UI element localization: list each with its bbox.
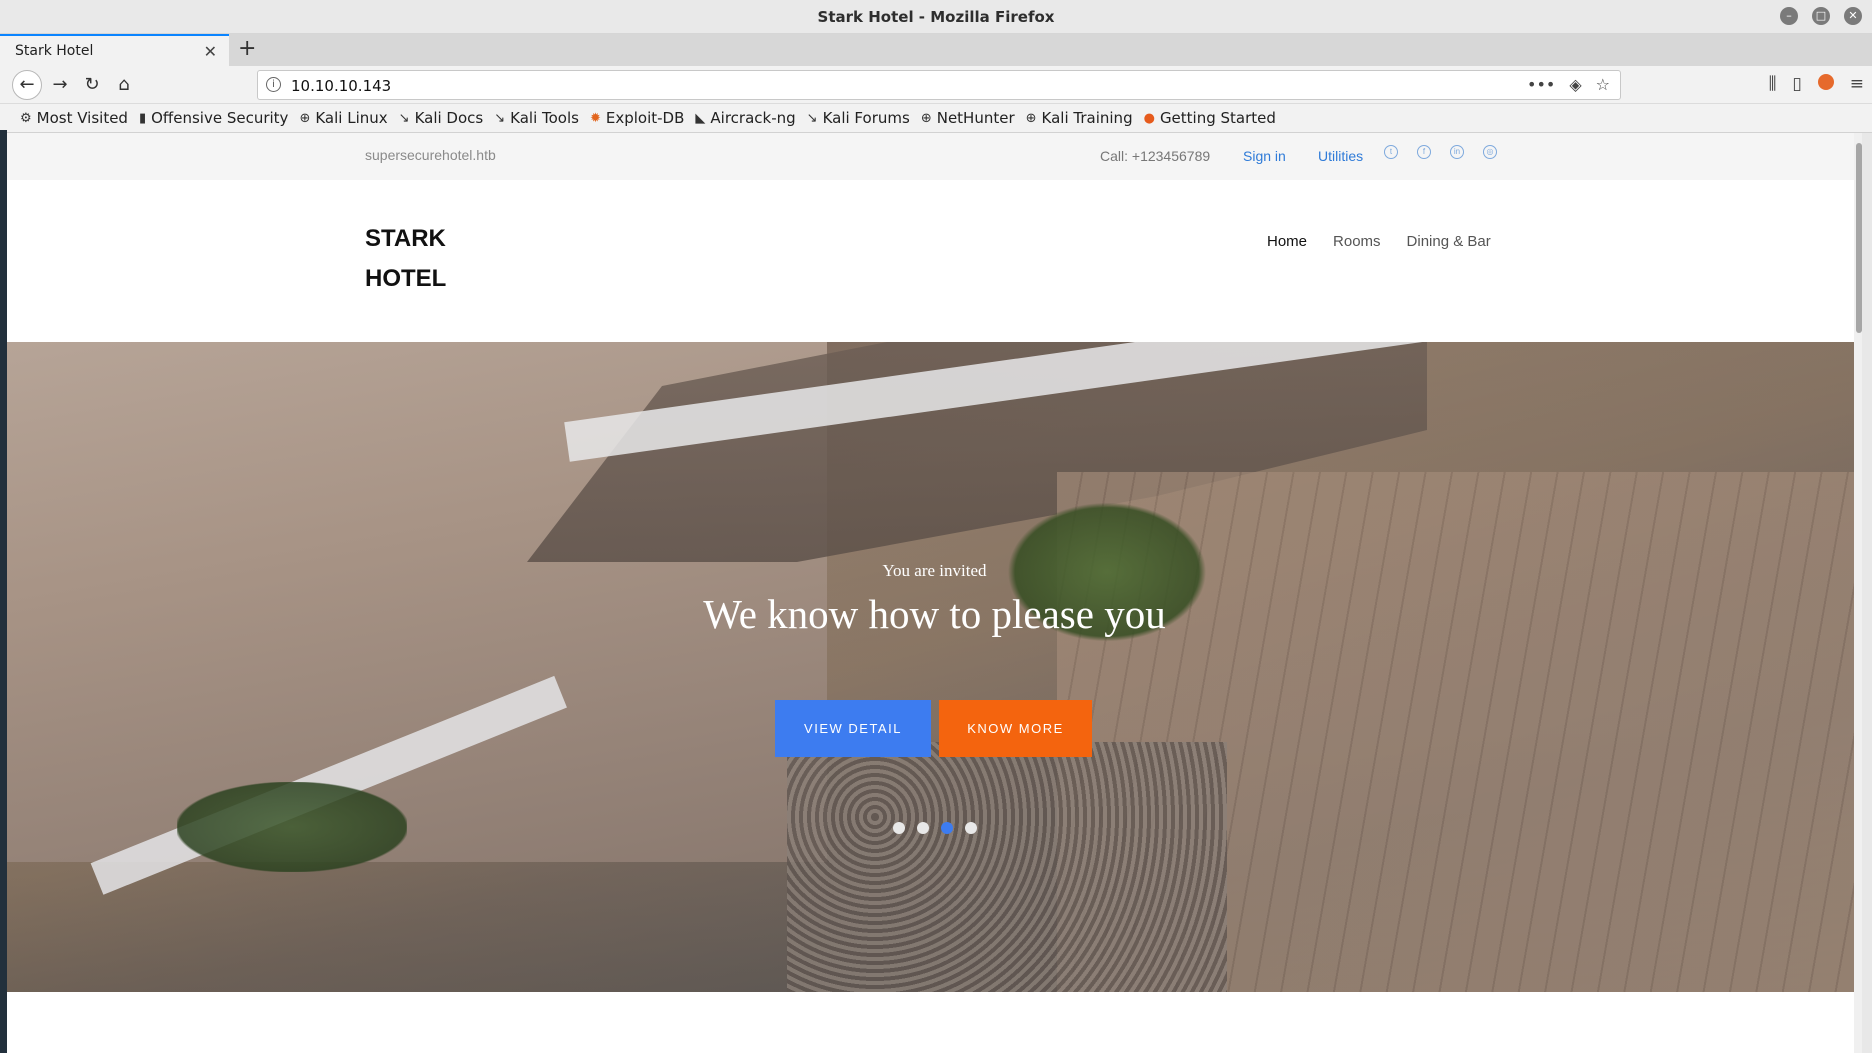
social-links: t f in ◎ [1384,145,1497,159]
page-scrollbar[interactable] [1854,133,1862,1053]
extension-icon[interactable] [1817,74,1834,90]
page-viewport: supersecurehotel.htb Call: +123456789 Si… [7,133,1862,1053]
view-detail-button[interactable]: VIEW DETAIL [775,700,931,757]
new-tab-icon[interactable]: + [238,36,256,61]
signin-link[interactable]: Sign in [1243,148,1286,164]
nav-rooms[interactable]: Rooms [1333,233,1381,250]
slider-dot-4[interactable] [965,822,977,834]
utilities-link[interactable]: Utilities [1318,148,1363,164]
site-logo[interactable]: STARK HOTEL [365,219,485,299]
globe-icon: ⊕ [920,110,932,126]
url-text[interactable]: 10.10.10.143 [291,77,391,95]
library-icon[interactable]: ⫼ [1769,74,1777,94]
bookmark-offensive-security[interactable]: ▮ Offensive Security [139,109,289,127]
more-actions-icon[interactable]: ••• [1527,75,1555,94]
instagram-icon[interactable]: ◎ [1483,145,1497,159]
slider-dots [893,822,977,834]
minimize-icon[interactable]: – [1780,7,1798,25]
bookmark-aircrack-ng[interactable]: ◣ Aircrack-ng [695,109,795,127]
firefox-window: Stark Hotel - Mozilla Firefox – □ ✕ Star… [0,0,1872,1053]
logo-line-1: STARK [365,225,446,252]
logo-line-2: HOTEL [365,265,447,292]
main-nav: Home Rooms Dining & Bar [1267,233,1491,250]
aircrack-icon: ◣ [695,110,706,126]
window-title: Stark Hotel - Mozilla Firefox [817,8,1055,26]
bookmark-kali-docs[interactable]: ↘ Kali Docs [399,109,484,127]
sidebar-icon[interactable]: ▯ [1792,74,1801,94]
hero-slider: You are invited We know how to please yo… [7,342,1862,992]
globe-icon: ⊕ [1025,110,1037,126]
hero-content: You are invited We know how to please yo… [7,342,1862,992]
window-controls: – □ ✕ [1780,7,1862,25]
toolbar-right: ⫼ ▯ ≡ [1769,74,1864,94]
hero-buttons: VIEW DETAIL KNOW MORE [775,700,1092,757]
slider-dot-1[interactable] [893,822,905,834]
tab-strip: Stark Hotel ✕ + [0,34,1872,66]
hero-title: We know how to please you [703,591,1166,637]
page-actions: ••• ◈ ☆ [1527,75,1610,94]
kali-icon: ↘ [806,110,818,126]
site-domain: supersecurehotel.htb [365,147,496,163]
linkedin-icon[interactable]: in [1450,145,1464,159]
know-more-button[interactable]: KNOW MORE [939,700,1092,757]
tab-stark-hotel[interactable]: Stark Hotel ✕ [0,34,229,66]
site-header: STARK HOTEL Home Rooms Dining & Bar [7,180,1862,342]
info-icon[interactable]: i [266,77,281,92]
forward-icon[interactable]: → [46,71,74,99]
bookmark-kali-tools[interactable]: ↘ Kali Tools [494,109,579,127]
globe-icon: ⊕ [299,110,311,126]
close-window-icon[interactable]: ✕ [1844,7,1862,25]
slider-dot-3[interactable] [941,822,953,834]
bookmark-star-icon[interactable]: ☆ [1596,75,1610,94]
bookmark-getting-started[interactable]: ● Getting Started [1144,109,1276,127]
exploitdb-icon: ✹ [589,110,601,126]
url-bar[interactable]: i 10.10.10.143 ••• ◈ ☆ [257,70,1621,100]
nav-dining-bar[interactable]: Dining & Bar [1407,233,1491,250]
firefox-icon: ● [1143,110,1155,126]
hero-subtitle: You are invited [882,561,987,580]
bookmarks-toolbar: ⚙ Most Visited ▮ Offensive Security ⊕ Kali … [0,104,1872,133]
desktop-background [0,130,7,1053]
facebook-icon[interactable]: f [1417,145,1431,159]
nav-home[interactable]: Home [1267,233,1307,250]
bookmark-exploit-db[interactable]: ✹ Exploit-DB [590,109,684,127]
maximize-icon[interactable]: □ [1812,7,1830,25]
tab-label: Stark Hotel [15,43,94,59]
kali-icon: ↘ [494,110,506,126]
site-topbar: supersecurehotel.htb Call: +123456789 Si… [7,133,1862,180]
title-bar: Stark Hotel - Mozilla Firefox – □ ✕ [0,0,1872,34]
kali-icon: ↘ [398,110,410,126]
bookmark-kali-training[interactable]: ⊕ Kali Training [1026,109,1133,127]
scrollbar-thumb[interactable] [1856,143,1862,333]
bookmark-kali-linux[interactable]: ⊕ Kali Linux [299,109,387,127]
nav-toolbar: ← → ↻ ⌂ i 10.10.10.143 ••• ◈ ☆ ⫼ ▯ ≡ [0,66,1872,104]
offsec-icon: ▮ [138,110,147,126]
close-tab-icon[interactable]: ✕ [204,42,217,61]
twitter-icon[interactable]: t [1384,145,1398,159]
home-icon[interactable]: ⌂ [110,71,138,99]
slider-dot-2[interactable] [917,822,929,834]
reload-icon[interactable]: ↻ [78,71,106,99]
bookmark-nethunter[interactable]: ⊕ NetHunter [921,109,1015,127]
call-number: Call: +123456789 [1100,148,1211,164]
gear-icon: ⚙ [20,110,32,126]
pocket-icon[interactable]: ◈ [1569,75,1581,94]
bookmark-most-visited[interactable]: ⚙ Most Visited [20,109,128,127]
menu-icon[interactable]: ≡ [1850,74,1864,94]
bookmark-kali-forums[interactable]: ↘ Kali Forums [807,109,910,127]
back-icon[interactable]: ← [12,70,42,100]
